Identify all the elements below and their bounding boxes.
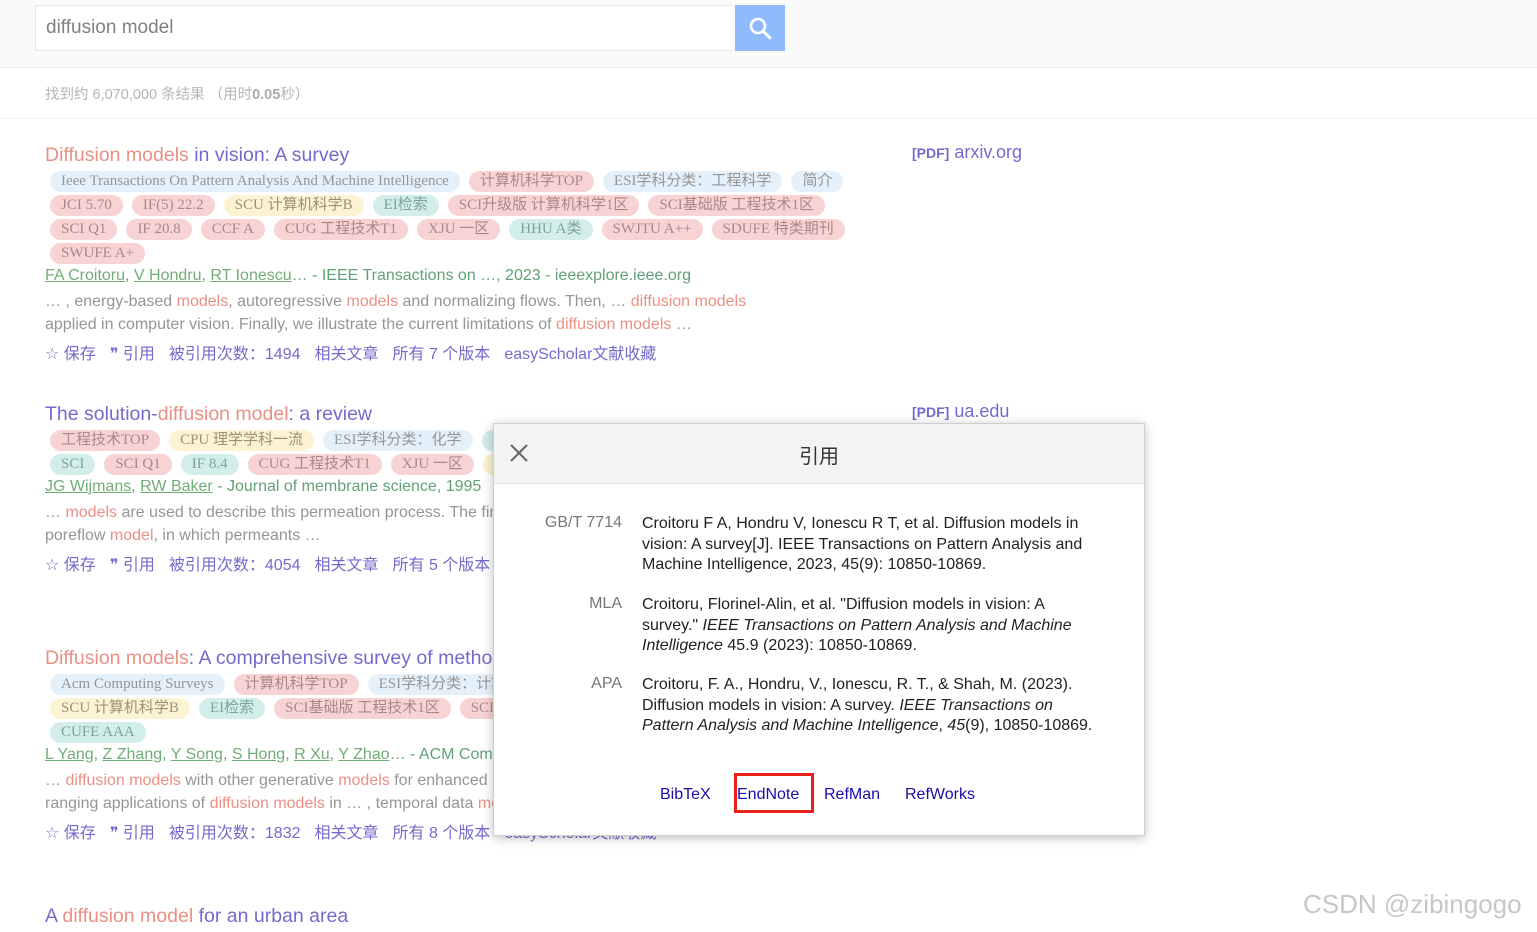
- citation-segment: 45.9 (2023): 10850-10869.: [722, 637, 917, 654]
- citation-format-label: MLA: [589, 595, 622, 612]
- watermark: CSDN @zibingogo: [1303, 889, 1522, 919]
- dialog-title: 引用: [799, 446, 839, 468]
- citation-segment: (9), 10850-10869.: [965, 717, 1093, 734]
- citation-text[interactable]: Croitoru, Florinel-Alin, et al. "Diffusi…: [642, 595, 1094, 657]
- citation-text[interactable]: Croitoru F A, Hondru V, Ionescu R T, et …: [642, 514, 1094, 576]
- export-bibtex-link[interactable]: BibTeX: [660, 786, 711, 804]
- cite-dialog: 引用 GB/T 7714 Croitoru F A, Hondru V, Ion…: [493, 423, 1145, 836]
- citation-format-label: GB/T 7714: [544, 514, 622, 531]
- annotation-highlight-box: [734, 773, 814, 813]
- export-refworks-link[interactable]: RefWorks: [905, 786, 975, 804]
- citation-segment: 45: [947, 717, 966, 734]
- dialog-header: 引用: [494, 424, 1144, 484]
- citation-text[interactable]: Croitoru, F. A., Hondru, V., Ionescu, R.…: [642, 675, 1094, 737]
- citation-format-label: APA: [591, 675, 622, 692]
- export-refman-link[interactable]: RefMan: [824, 786, 880, 804]
